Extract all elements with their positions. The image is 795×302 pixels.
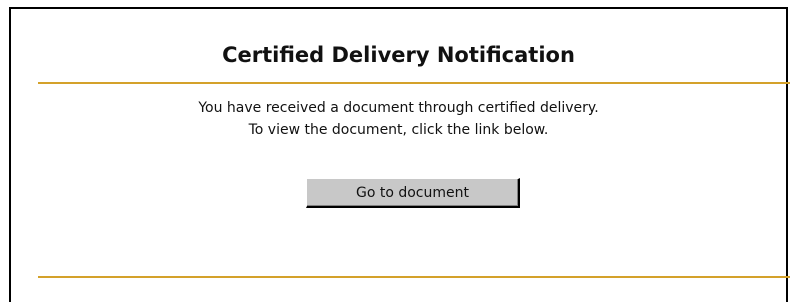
message-line-2: To view the document, click the link bel…: [248, 122, 549, 138]
message-line-1: You have received a document through cer…: [198, 100, 599, 116]
bottom-divider: [38, 276, 790, 278]
notification-message: You have received a document through cer…: [11, 97, 786, 141]
top-divider: [38, 82, 790, 84]
notification-title: Certified Delivery Notification: [222, 43, 575, 67]
notification-panel: Certified Delivery Notification You have…: [9, 7, 790, 302]
go-to-document-button[interactable]: Go to document: [306, 178, 520, 208]
